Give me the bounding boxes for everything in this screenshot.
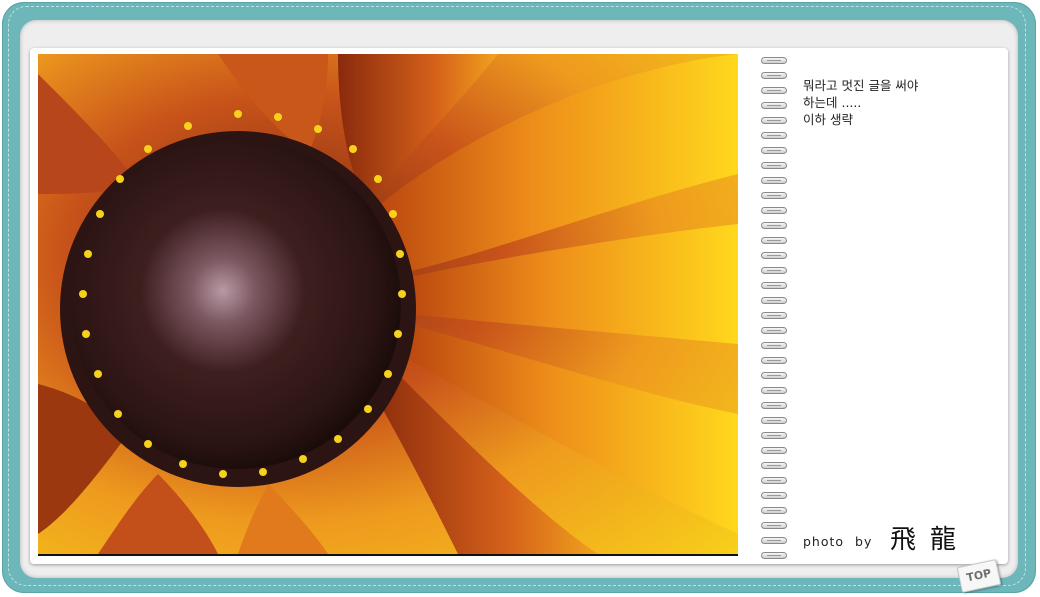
spiral-ring-icon [761,327,787,334]
spiral-ring-icon [761,297,787,304]
spiral-ring-icon [761,222,787,229]
spiral-ring-icon [761,432,787,439]
spiral-ring-icon [761,177,787,184]
spiral-ring-icon [761,447,787,454]
spiral-ring-icon [761,162,787,169]
spiral-ring-icon [761,117,787,124]
spiral-ring-icon [761,477,787,484]
spiral-ring-icon [761,372,787,379]
photo-credit: photo by 飛龍 [803,519,1003,555]
note-line: 뭐라고 멋진 글을 써야 [803,78,919,93]
spiral-ring-icon [761,192,787,199]
spiral-ring-icon [761,267,787,274]
spiral-ring-icon [761,492,787,499]
spiral-ring-icon [761,237,787,244]
spiral-ring-icon [761,252,787,259]
note-line: 하는데 ..... [803,95,862,110]
spiral-ring-icon [761,522,787,529]
credit-label: photo by [803,534,873,549]
spiral-ring-icon [761,417,787,424]
note-line: 이하 생략 [803,112,853,127]
spiral-ring-icon [761,507,787,514]
spiral-ring-icon [761,312,787,319]
spiral-ring-icon [761,387,787,394]
spiral-ring-icon [761,342,787,349]
spiral-ring-icon [761,462,787,469]
spiral-ring-icon [761,552,787,559]
spiral-binding-icon [760,54,790,559]
spiral-ring-icon [761,402,787,409]
spiral-ring-icon [761,537,787,544]
spiral-ring-icon [761,72,787,79]
credit-name: 飛龍 [890,525,971,555]
spiral-ring-icon [761,282,787,289]
spiral-ring-icon [761,87,787,94]
spiral-ring-icon [761,102,787,109]
photo-underline [38,554,738,556]
spiral-ring-icon [761,207,787,214]
spiral-ring-icon [761,357,787,364]
spiral-ring-icon [761,57,787,64]
spiral-ring-icon [761,147,787,154]
note-text: 뭐라고 멋진 글을 써야 하는데 ..... 이하 생략 [803,77,993,128]
spiral-ring-icon [761,132,787,139]
sunflower-photo [38,54,738,554]
